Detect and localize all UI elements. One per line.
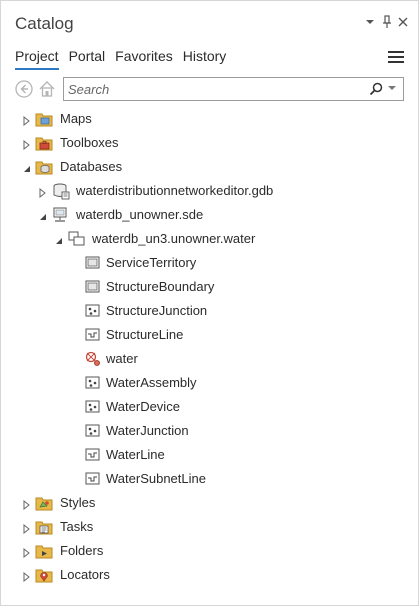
tree-item-label: WaterLine — [106, 447, 165, 462]
tree-item-feature-class[interactable]: WaterAssembly — [1, 371, 418, 395]
tree-item-tasks[interactable]: Tasks — [1, 515, 418, 539]
maps-folder-icon — [35, 110, 53, 128]
tree-item-label: waterdistributionnetworkeditor.gdb — [76, 183, 274, 198]
expand-arrow-icon[interactable] — [38, 185, 48, 199]
search-icon[interactable] — [369, 82, 383, 96]
tree-item-feature-class[interactable]: ServiceTerritory — [1, 251, 418, 275]
pane-titlebar: Catalog — [1, 1, 418, 41]
point-feature-class-icon — [84, 398, 102, 416]
tree-item-label: Locators — [60, 567, 110, 582]
tab-portal[interactable]: Portal — [69, 48, 106, 70]
database-connection-icon — [52, 206, 70, 224]
tree-item-feature-class[interactable]: WaterLine — [1, 443, 418, 467]
line-feature-class-icon — [84, 326, 102, 344]
file-geodatabase-icon — [52, 182, 70, 200]
expand-arrow-icon[interactable] — [22, 137, 32, 151]
back-icon[interactable] — [14, 79, 34, 99]
tree-item-folders[interactable]: Folders — [1, 539, 418, 563]
tree-item-label: Styles — [60, 495, 96, 510]
pane-options-icon[interactable] — [363, 14, 377, 30]
collapse-arrow-icon[interactable] — [38, 209, 48, 220]
expand-arrow-icon[interactable] — [22, 113, 32, 127]
tree-item-feature-class[interactable]: StructureJunction — [1, 299, 418, 323]
expand-arrow-icon[interactable] — [22, 521, 32, 535]
tree-item-feature-class[interactable]: WaterJunction — [1, 419, 418, 443]
locators-folder-icon — [35, 566, 53, 584]
expand-arrow-icon[interactable] — [22, 497, 32, 511]
tree-item-locators[interactable]: Locators — [1, 563, 418, 587]
feature-dataset-icon — [68, 230, 86, 248]
utility-network-icon — [84, 350, 102, 368]
expand-arrow-icon[interactable] — [22, 545, 32, 559]
toolboxes-folder-icon — [35, 134, 53, 152]
tree-item-label: water — [106, 351, 138, 366]
tree-item-label: StructureLine — [106, 327, 184, 342]
close-icon[interactable] — [396, 14, 410, 30]
line-feature-class-icon — [84, 470, 102, 488]
pane-title: Catalog — [15, 14, 74, 33]
tree-item-label: WaterDevice — [106, 399, 180, 414]
polygon-feature-class-icon — [84, 254, 102, 272]
tree-item-databases[interactable]: Databases — [1, 155, 418, 179]
tree-item-sde[interactable]: waterdb_unowner.sde — [1, 203, 418, 227]
search-options-chevron-down-icon[interactable] — [388, 83, 398, 95]
expand-arrow-icon[interactable] — [22, 569, 32, 583]
tree-item-feature-class[interactable]: StructureBoundary — [1, 275, 418, 299]
home-icon[interactable] — [37, 79, 57, 99]
tree-item-label: Maps — [60, 111, 92, 126]
tree-item-label: WaterSubnetLine — [106, 471, 206, 486]
tree-item-feature-class[interactable]: WaterDevice — [1, 395, 418, 419]
tree-item-maps[interactable]: Maps — [1, 107, 418, 131]
hamburger-menu-icon[interactable] — [388, 51, 404, 65]
tab-favorites[interactable]: Favorites — [115, 48, 173, 70]
tree-item-label: WaterJunction — [106, 423, 189, 438]
tree-item-feature-class[interactable]: StructureLine — [1, 323, 418, 347]
tree-item-label: WaterAssembly — [106, 375, 197, 390]
catalog-pane: Catalog Project Portal Favorites History — [0, 0, 419, 606]
point-feature-class-icon — [84, 374, 102, 392]
catalog-tabs: Project Portal Favorites History — [15, 48, 226, 70]
point-feature-class-icon — [84, 422, 102, 440]
tree-item-styles[interactable]: Styles — [1, 491, 418, 515]
tree-item-feature-dataset[interactable]: waterdb_un3.unowner.water — [1, 227, 418, 251]
tree-item-label: StructureBoundary — [106, 279, 215, 294]
tree-item-utility-network[interactable]: water — [1, 347, 418, 371]
styles-folder-icon — [35, 494, 53, 512]
tree-item-label: Folders — [60, 543, 104, 558]
tree-item-label: waterdb_un3.unowner.water — [92, 231, 256, 246]
tab-project[interactable]: Project — [15, 48, 59, 70]
tree-item-toolboxes[interactable]: Toolboxes — [1, 131, 418, 155]
polygon-feature-class-icon — [84, 278, 102, 296]
pin-icon[interactable] — [380, 14, 394, 30]
tree-item-feature-class[interactable]: WaterSubnetLine — [1, 467, 418, 491]
tree-item-label: Tasks — [60, 519, 94, 534]
line-feature-class-icon — [84, 446, 102, 464]
tree-item-label: Toolboxes — [60, 135, 119, 150]
tree-item-label: StructureJunction — [106, 303, 208, 318]
databases-folder-icon — [35, 158, 53, 176]
folders-folder-icon — [35, 542, 53, 560]
tab-history[interactable]: History — [183, 48, 227, 70]
tree-item-gdb[interactable]: waterdistributionnetworkeditor.gdb — [1, 179, 418, 203]
point-feature-class-icon — [84, 302, 102, 320]
search-input[interactable] — [68, 80, 368, 98]
tasks-folder-icon — [35, 518, 53, 536]
collapse-arrow-icon[interactable] — [22, 161, 32, 172]
search-box — [63, 77, 404, 101]
tree-item-label: ServiceTerritory — [106, 255, 197, 270]
tree-item-label: Databases — [60, 159, 123, 174]
collapse-arrow-icon[interactable] — [54, 233, 64, 244]
tree-item-label: waterdb_unowner.sde — [76, 207, 204, 222]
